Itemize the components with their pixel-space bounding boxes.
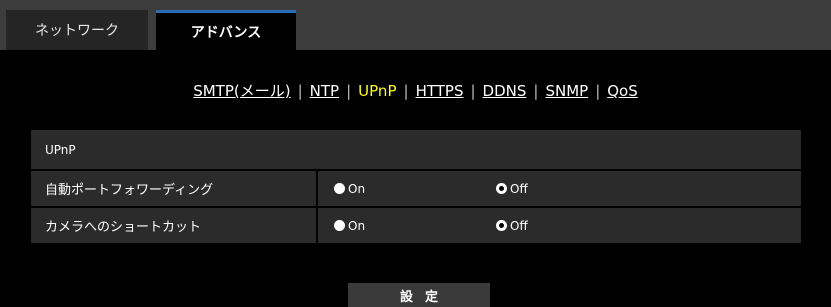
setting-row-camera-shortcut: カメラへのショートカット On Off — [31, 206, 801, 243]
radio-on[interactable]: On — [334, 171, 365, 206]
radio-label: Off — [510, 181, 528, 196]
radio-label: On — [348, 218, 366, 233]
subnav-link-smtp[interactable]: SMTP(メール) — [193, 82, 290, 100]
tab-bar: ネットワーク アドバンス — [0, 0, 831, 50]
radio-unselected-icon — [334, 220, 345, 231]
radio-unselected-icon — [334, 183, 345, 194]
subnav-link-https[interactable]: HTTPS — [416, 82, 464, 100]
subnav-separator: | — [533, 82, 539, 100]
radio-selected-icon — [496, 183, 507, 194]
upnp-settings-panel: UPnP 自動ポートフォワーディング On Off カメラへのショートカット O… — [31, 130, 801, 243]
tab-network[interactable]: ネットワーク — [6, 10, 148, 50]
setting-row-auto-port-forwarding: 自動ポートフォワーディング On Off — [31, 169, 801, 206]
subnav-separator: | — [595, 82, 601, 100]
subnav-link-ntp[interactable]: NTP — [310, 82, 339, 100]
subnav-separator: | — [346, 82, 352, 100]
subnav-link-qos[interactable]: QoS — [607, 82, 638, 100]
subnav-link-snmp[interactable]: SNMP — [545, 82, 588, 100]
radio-label: On — [348, 181, 366, 196]
subnav-separator: | — [297, 82, 303, 100]
set-button[interactable]: 設定 — [348, 283, 490, 307]
setting-label: 自動ポートフォワーディング — [31, 171, 318, 206]
sub-navigation: SMTP(メール) | NTP | UPnP | HTTPS | DDNS | SNMP | QoS — [0, 80, 831, 101]
section-title: UPnP — [45, 142, 76, 157]
radio-on[interactable]: On — [334, 208, 365, 243]
radio-group-camera-shortcut: On Off — [318, 208, 801, 243]
subnav-link-ddns[interactable]: DDNS — [483, 82, 527, 100]
setting-label: カメラへのショートカット — [31, 208, 318, 243]
radio-label: Off — [510, 218, 528, 233]
radio-off[interactable]: Off — [496, 208, 528, 243]
radio-selected-icon — [496, 220, 507, 231]
radio-off[interactable]: Off — [496, 171, 528, 206]
tab-advanced[interactable]: アドバンス — [156, 10, 296, 50]
subnav-separator: | — [403, 82, 409, 100]
subnav-link-upnp[interactable]: UPnP — [358, 82, 396, 100]
subnav-separator: | — [470, 82, 476, 100]
radio-group-auto-port-forwarding: On Off — [318, 171, 801, 206]
